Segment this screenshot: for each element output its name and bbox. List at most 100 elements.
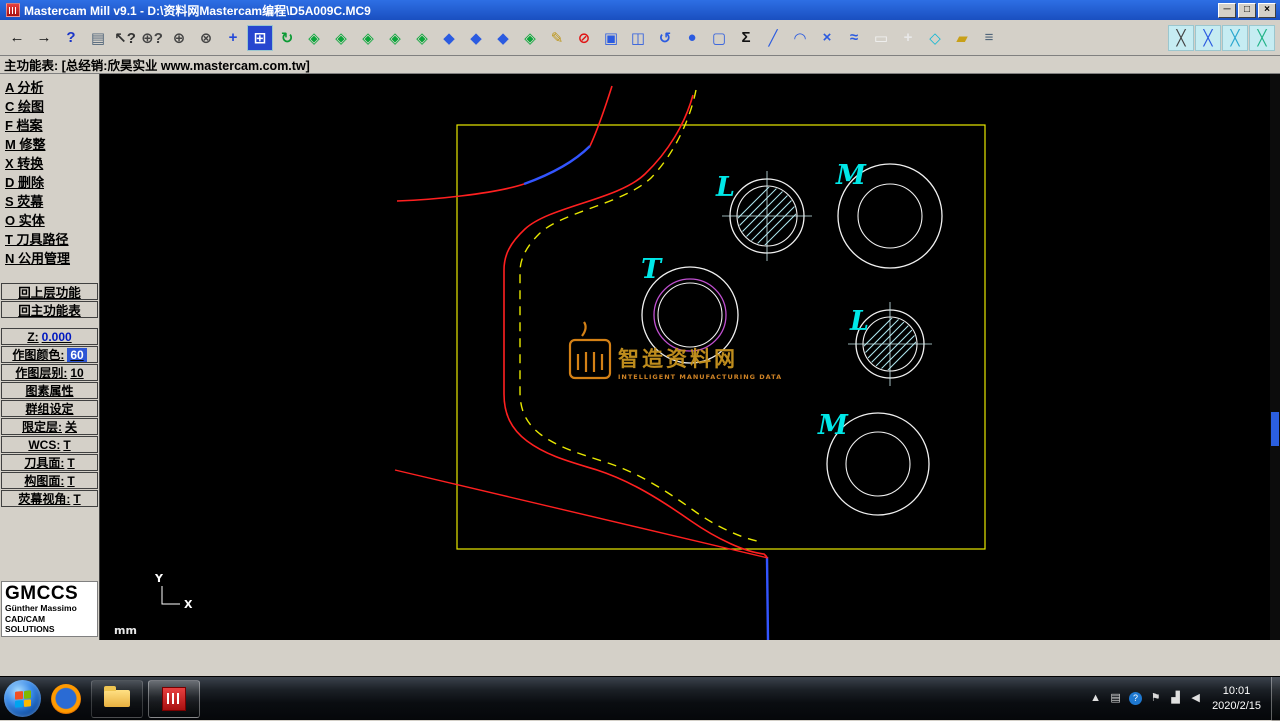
hole-label-t-2[interactable]: T <box>641 254 663 285</box>
cplane-button[interactable]: 构图面: T <box>1 472 98 489</box>
firefox-icon[interactable] <box>51 683 81 714</box>
notepad-icon[interactable]: ▤ <box>85 25 111 51</box>
z-depth-button-label: Z: <box>27 329 39 344</box>
monitor-icon[interactable]: ▢ <box>706 25 732 51</box>
mastercam-app-icon <box>6 3 20 17</box>
attributes-button[interactable]: 图素属性 <box>1 382 98 399</box>
part-contour-curve[interactable] <box>503 94 768 558</box>
xform-rotate-icon[interactable]: ╳ <box>1195 24 1221 51</box>
network-icon[interactable]: ▟ <box>1169 692 1182 705</box>
back-arrow-icon[interactable]: ← <box>4 25 30 51</box>
undo-icon[interactable]: ↺ <box>652 25 678 51</box>
help-tray-icon[interactable]: ? <box>1129 692 1143 705</box>
sidebar-item-xform[interactable]: X 转换 <box>0 155 99 174</box>
zoom-help-icon[interactable]: ⊕? <box>139 25 165 51</box>
graphics-window[interactable]: 智造资料网 INTELLIGENT MANUFACTURING DATA Y X… <box>100 74 1270 640</box>
zoom-scale-icon[interactable]: ⊗ <box>193 25 219 51</box>
gview-button-label: 荧幕视角: <box>18 492 71 506</box>
rotate-view-icon[interactable]: ↻ <box>274 25 300 51</box>
right-scrollbar[interactable] <box>1270 74 1280 640</box>
xform-scale-icon[interactable]: ╳ <box>1222 24 1248 51</box>
xform-mirror-icon[interactable]: ╳ <box>1168 24 1194 51</box>
sidebar-item-screen[interactable]: S 荧幕 <box>0 193 99 212</box>
gview-top-icon[interactable]: ◈ <box>328 25 354 51</box>
minimize-button[interactable]: ─ <box>1218 2 1236 18</box>
hole-label-m-1[interactable]: M <box>835 160 867 191</box>
volume-icon[interactable]: ◀ <box>1189 692 1202 705</box>
gview-side-icon[interactable]: ◈ <box>382 25 408 51</box>
sidebar-item-toolpaths[interactable]: T 刀具路径 <box>0 231 99 250</box>
mastercam-taskbar-button[interactable] <box>148 679 200 718</box>
forward-arrow-icon[interactable]: → <box>31 25 57 51</box>
shaded-view-2-icon[interactable]: ◆ <box>463 25 489 51</box>
close-button[interactable]: × <box>1258 2 1276 18</box>
cad-viewport[interactable]: 智造资料网 INTELLIGENT MANUFACTURING DATA Y X… <box>100 74 1270 640</box>
plus-icon[interactable]: + <box>895 25 921 51</box>
wcs-button[interactable]: WCS: T <box>1 436 98 453</box>
ime-icon[interactable]: ▤ <box>1109 692 1122 705</box>
sphere-icon[interactable]: ● <box>679 25 705 51</box>
gnomon-icon[interactable]: ◇ <box>922 25 948 51</box>
gview-button[interactable]: 荧幕视角: T <box>1 490 98 507</box>
sidebar-item-utilities[interactable]: N 公用管理 <box>0 250 99 269</box>
level-limit-button[interactable]: 限定层: 关 <box>1 418 98 435</box>
pan-icon[interactable]: + <box>220 25 246 51</box>
upper-curve-red-1[interactable] <box>589 85 613 147</box>
group-set-button[interactable]: 群组设定 <box>1 400 98 417</box>
brush-icon[interactable]: ✎ <box>544 25 570 51</box>
screen-next-icon[interactable]: ◫ <box>625 25 651 51</box>
flag-icon[interactable]: ⚑ <box>1149 692 1162 705</box>
arc-icon[interactable]: ◠ <box>787 25 813 51</box>
zoom-window-icon[interactable]: ⊞ <box>247 24 273 51</box>
gview-isometric-icon[interactable]: ◈ <box>301 25 327 51</box>
scrollbar-thumb[interactable] <box>1271 412 1279 446</box>
sidebar-item-solids[interactable]: O 实体 <box>0 212 99 231</box>
upper-curve-red-2[interactable] <box>396 183 525 202</box>
wcs-button-value: T <box>63 437 71 452</box>
hole-label-m-4[interactable]: M <box>817 410 849 441</box>
xform-delete-icon[interactable]: ╳ <box>1249 24 1275 51</box>
spline-icon[interactable]: ≈ <box>841 25 867 51</box>
sidebar-item-analysis[interactable]: A 分析 <box>0 79 99 98</box>
battery-icon[interactable]: ▰ <box>949 25 975 51</box>
shaded-view-icon[interactable]: ◆ <box>436 25 462 51</box>
backup-menu-button[interactable]: 回上层功能 <box>1 283 98 300</box>
start-button[interactable] <box>4 680 41 717</box>
draw-color-button[interactable]: 作图颜色: 60 <box>1 346 98 363</box>
gview-front-icon[interactable]: ◈ <box>355 25 381 51</box>
taskbar-clock[interactable]: 10:01 2020/2/15 <box>1212 684 1261 713</box>
sidebar-item-file[interactable]: F 档案 <box>0 117 99 136</box>
hole-label-l-3[interactable]: L <box>849 306 869 337</box>
contour-blue-segment-bottom[interactable] <box>765 556 770 640</box>
sigma-icon[interactable]: Σ <box>733 25 759 51</box>
cursor-help-icon[interactable]: ↖? <box>112 25 138 51</box>
trim-icon[interactable]: × <box>814 25 840 51</box>
shaded-view-3-icon[interactable]: ◆ <box>490 25 516 51</box>
show-desktop-button[interactable] <box>1271 676 1280 721</box>
sidebar-nav: 回上层功能 回主功能表 <box>0 283 99 319</box>
maximize-button[interactable]: □ <box>1238 2 1256 18</box>
cplane-button-value: T <box>67 473 75 488</box>
sidebar-item-create[interactable]: C 绘图 <box>0 98 99 117</box>
main-menu-button[interactable]: 回主功能表 <box>1 301 98 318</box>
explorer-taskbar-button[interactable] <box>91 679 143 718</box>
construction-line[interactable] <box>394 469 769 559</box>
sidebar-item-delete[interactable]: D 删除 <box>0 174 99 193</box>
hole-label-l-0[interactable]: L <box>715 172 735 203</box>
tool-plane-button[interactable]: 刀具面: T <box>1 454 98 471</box>
gview-back-icon[interactable]: ◈ <box>409 25 435 51</box>
rectangle-icon[interactable]: ▭ <box>868 25 894 51</box>
z-depth-button[interactable]: Z: 0.000 <box>1 328 98 345</box>
zoom-in-icon[interactable]: ⊕ <box>166 25 192 51</box>
folder-icon <box>104 686 130 707</box>
upper-curve-blue-segment[interactable] <box>523 145 591 186</box>
no-entry-icon[interactable]: ⊘ <box>571 25 597 51</box>
line-icon[interactable]: ╱ <box>760 25 786 51</box>
sidebar-item-modify[interactable]: M 修整 <box>0 136 99 155</box>
help-icon[interactable]: ? <box>58 25 84 51</box>
layers-icon[interactable]: ≡ <box>976 25 1002 51</box>
draw-level-button[interactable]: 作图层别: 10 <box>1 364 98 381</box>
hidden-icons-chevron[interactable]: ▲ <box>1089 692 1102 705</box>
cview-cube-icon[interactable]: ◈ <box>517 25 543 51</box>
screen-window-icon[interactable]: ▣ <box>598 25 624 51</box>
